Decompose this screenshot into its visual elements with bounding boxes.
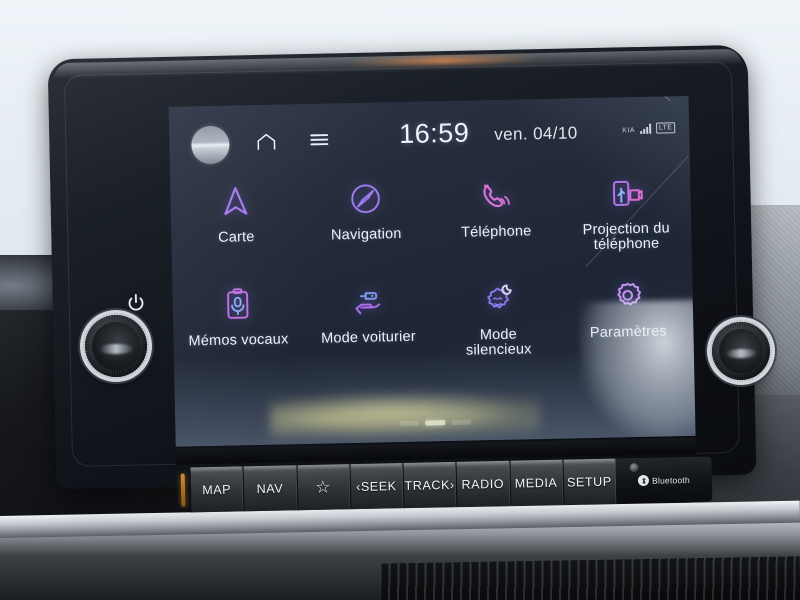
- phone-handset-icon: [475, 176, 516, 217]
- hard-key-map-label: MAP: [202, 482, 232, 497]
- hard-key-seek[interactable]: ‹SEEK: [349, 463, 404, 510]
- tune-knob[interactable]: [709, 319, 773, 383]
- page-dot-1[interactable]: [399, 420, 420, 427]
- app-label-memos-vocaux: Mémos vocaux: [188, 331, 289, 350]
- key-highlight: [403, 461, 455, 468]
- compass-icon: [345, 178, 386, 219]
- screen-reflection-foliage: [269, 387, 541, 439]
- status-bar: 16:59 ven. 04/10 KIA LTE: [169, 96, 690, 171]
- vent-slats: [379, 556, 800, 600]
- home-icon[interactable]: [255, 133, 277, 151]
- app-label-telephone: Téléphone: [460, 223, 532, 241]
- bluetooth-badge-panel: Bluetooth: [615, 456, 713, 504]
- app-label-parametres: Paramètres: [589, 323, 668, 342]
- bluetooth-label: Bluetooth: [651, 474, 690, 486]
- key-highlight: [190, 466, 242, 473]
- app-label-projection-telephone: Projection du téléphone: [582, 220, 671, 253]
- app-tile-carte[interactable]: Carte: [170, 174, 302, 262]
- hard-key-nav-label: NAV: [256, 481, 284, 496]
- app-tile-navigation[interactable]: Navigation: [300, 171, 432, 259]
- app-label-carte: Carte: [217, 229, 255, 246]
- hard-key-setup-label: SETUP: [566, 474, 612, 490]
- voice-recorder-icon: [217, 284, 258, 325]
- hard-key-track[interactable]: TRACK›: [402, 461, 457, 509]
- amber-indicator-light: [180, 473, 186, 507]
- app-tile-memos-vocaux[interactable]: Mémos vocaux: [172, 277, 304, 365]
- key-highlight: [563, 458, 615, 465]
- hard-key-favorites[interactable]: ☆: [296, 464, 351, 511]
- infotainment-head-unit: 16:59 ven. 04/10 KIA LTE Carte Navigatio…: [47, 44, 757, 490]
- power-volume-knob[interactable]: [82, 312, 150, 380]
- hard-key-track-label: TRACK›: [404, 477, 455, 493]
- app-tile-parametres[interactable]: Paramètres: [562, 269, 694, 357]
- app-tile-mode-voiturier[interactable]: Mode voiturier: [302, 274, 434, 362]
- hard-key-media[interactable]: MEDIA: [509, 459, 564, 506]
- network-badge: LTE: [655, 122, 676, 134]
- sleeping-face-moon-icon: [477, 279, 518, 320]
- star-icon: ☆: [315, 477, 332, 497]
- key-highlight: [350, 463, 402, 470]
- air-vent: [379, 556, 800, 600]
- carrier-mark-label: KIA: [622, 127, 636, 135]
- hard-key-seek-label: ‹SEEK: [355, 478, 397, 494]
- page-dot-3[interactable]: [451, 419, 472, 426]
- key-highlight: [297, 464, 349, 471]
- clock-time: 16:59: [398, 117, 470, 150]
- app-tile-projection-telephone[interactable]: Projection du téléphone: [560, 166, 692, 254]
- app-label-navigation: Navigation: [330, 226, 402, 244]
- profile-avatar-icon[interactable]: [191, 125, 230, 165]
- key-highlight: [243, 465, 296, 472]
- key-highlight: [456, 460, 509, 467]
- knob-sheen: [725, 348, 757, 359]
- status-indicators: KIA LTE: [622, 122, 676, 135]
- home-app-grid: Carte Navigation Téléphone Projection du…: [170, 166, 694, 365]
- hard-key-map[interactable]: MAP: [189, 466, 244, 513]
- hard-key-radio[interactable]: RADIO: [455, 460, 510, 507]
- page-dot-2-active[interactable]: [425, 420, 446, 426]
- gear-icon: [607, 276, 648, 317]
- clock-date: ven. 04/10: [494, 123, 578, 145]
- knob-sheen: [98, 343, 134, 355]
- touchscreen-display[interactable]: 16:59 ven. 04/10 KIA LTE Carte Navigatio…: [168, 95, 696, 447]
- hard-key-media-label: MEDIA: [514, 475, 558, 491]
- bluetooth-glyph: [637, 474, 650, 487]
- app-label-mode-silencieux: Mode silencieux: [465, 326, 532, 359]
- key-highlight: [510, 459, 562, 466]
- hamburger-menu-icon[interactable]: [309, 131, 329, 147]
- app-label-mode-voiturier: Mode voiturier: [320, 328, 416, 347]
- signal-bars-icon: [639, 123, 652, 134]
- bluetooth-icon: Bluetooth: [637, 474, 690, 487]
- hard-key-setup[interactable]: SETUP: [562, 458, 617, 505]
- hard-key-radio-label: RADIO: [461, 476, 505, 492]
- map-arrow-icon: [215, 181, 256, 222]
- page-indicator[interactable]: [175, 415, 695, 431]
- app-tile-mode-silencieux[interactable]: Mode silencieux: [432, 272, 564, 360]
- power-icon: [126, 293, 146, 313]
- hard-key-nav[interactable]: NAV: [242, 465, 298, 512]
- microphone-icon: [629, 463, 639, 473]
- app-tile-telephone[interactable]: Téléphone: [430, 169, 562, 257]
- valet-key-hand-icon: [347, 281, 388, 322]
